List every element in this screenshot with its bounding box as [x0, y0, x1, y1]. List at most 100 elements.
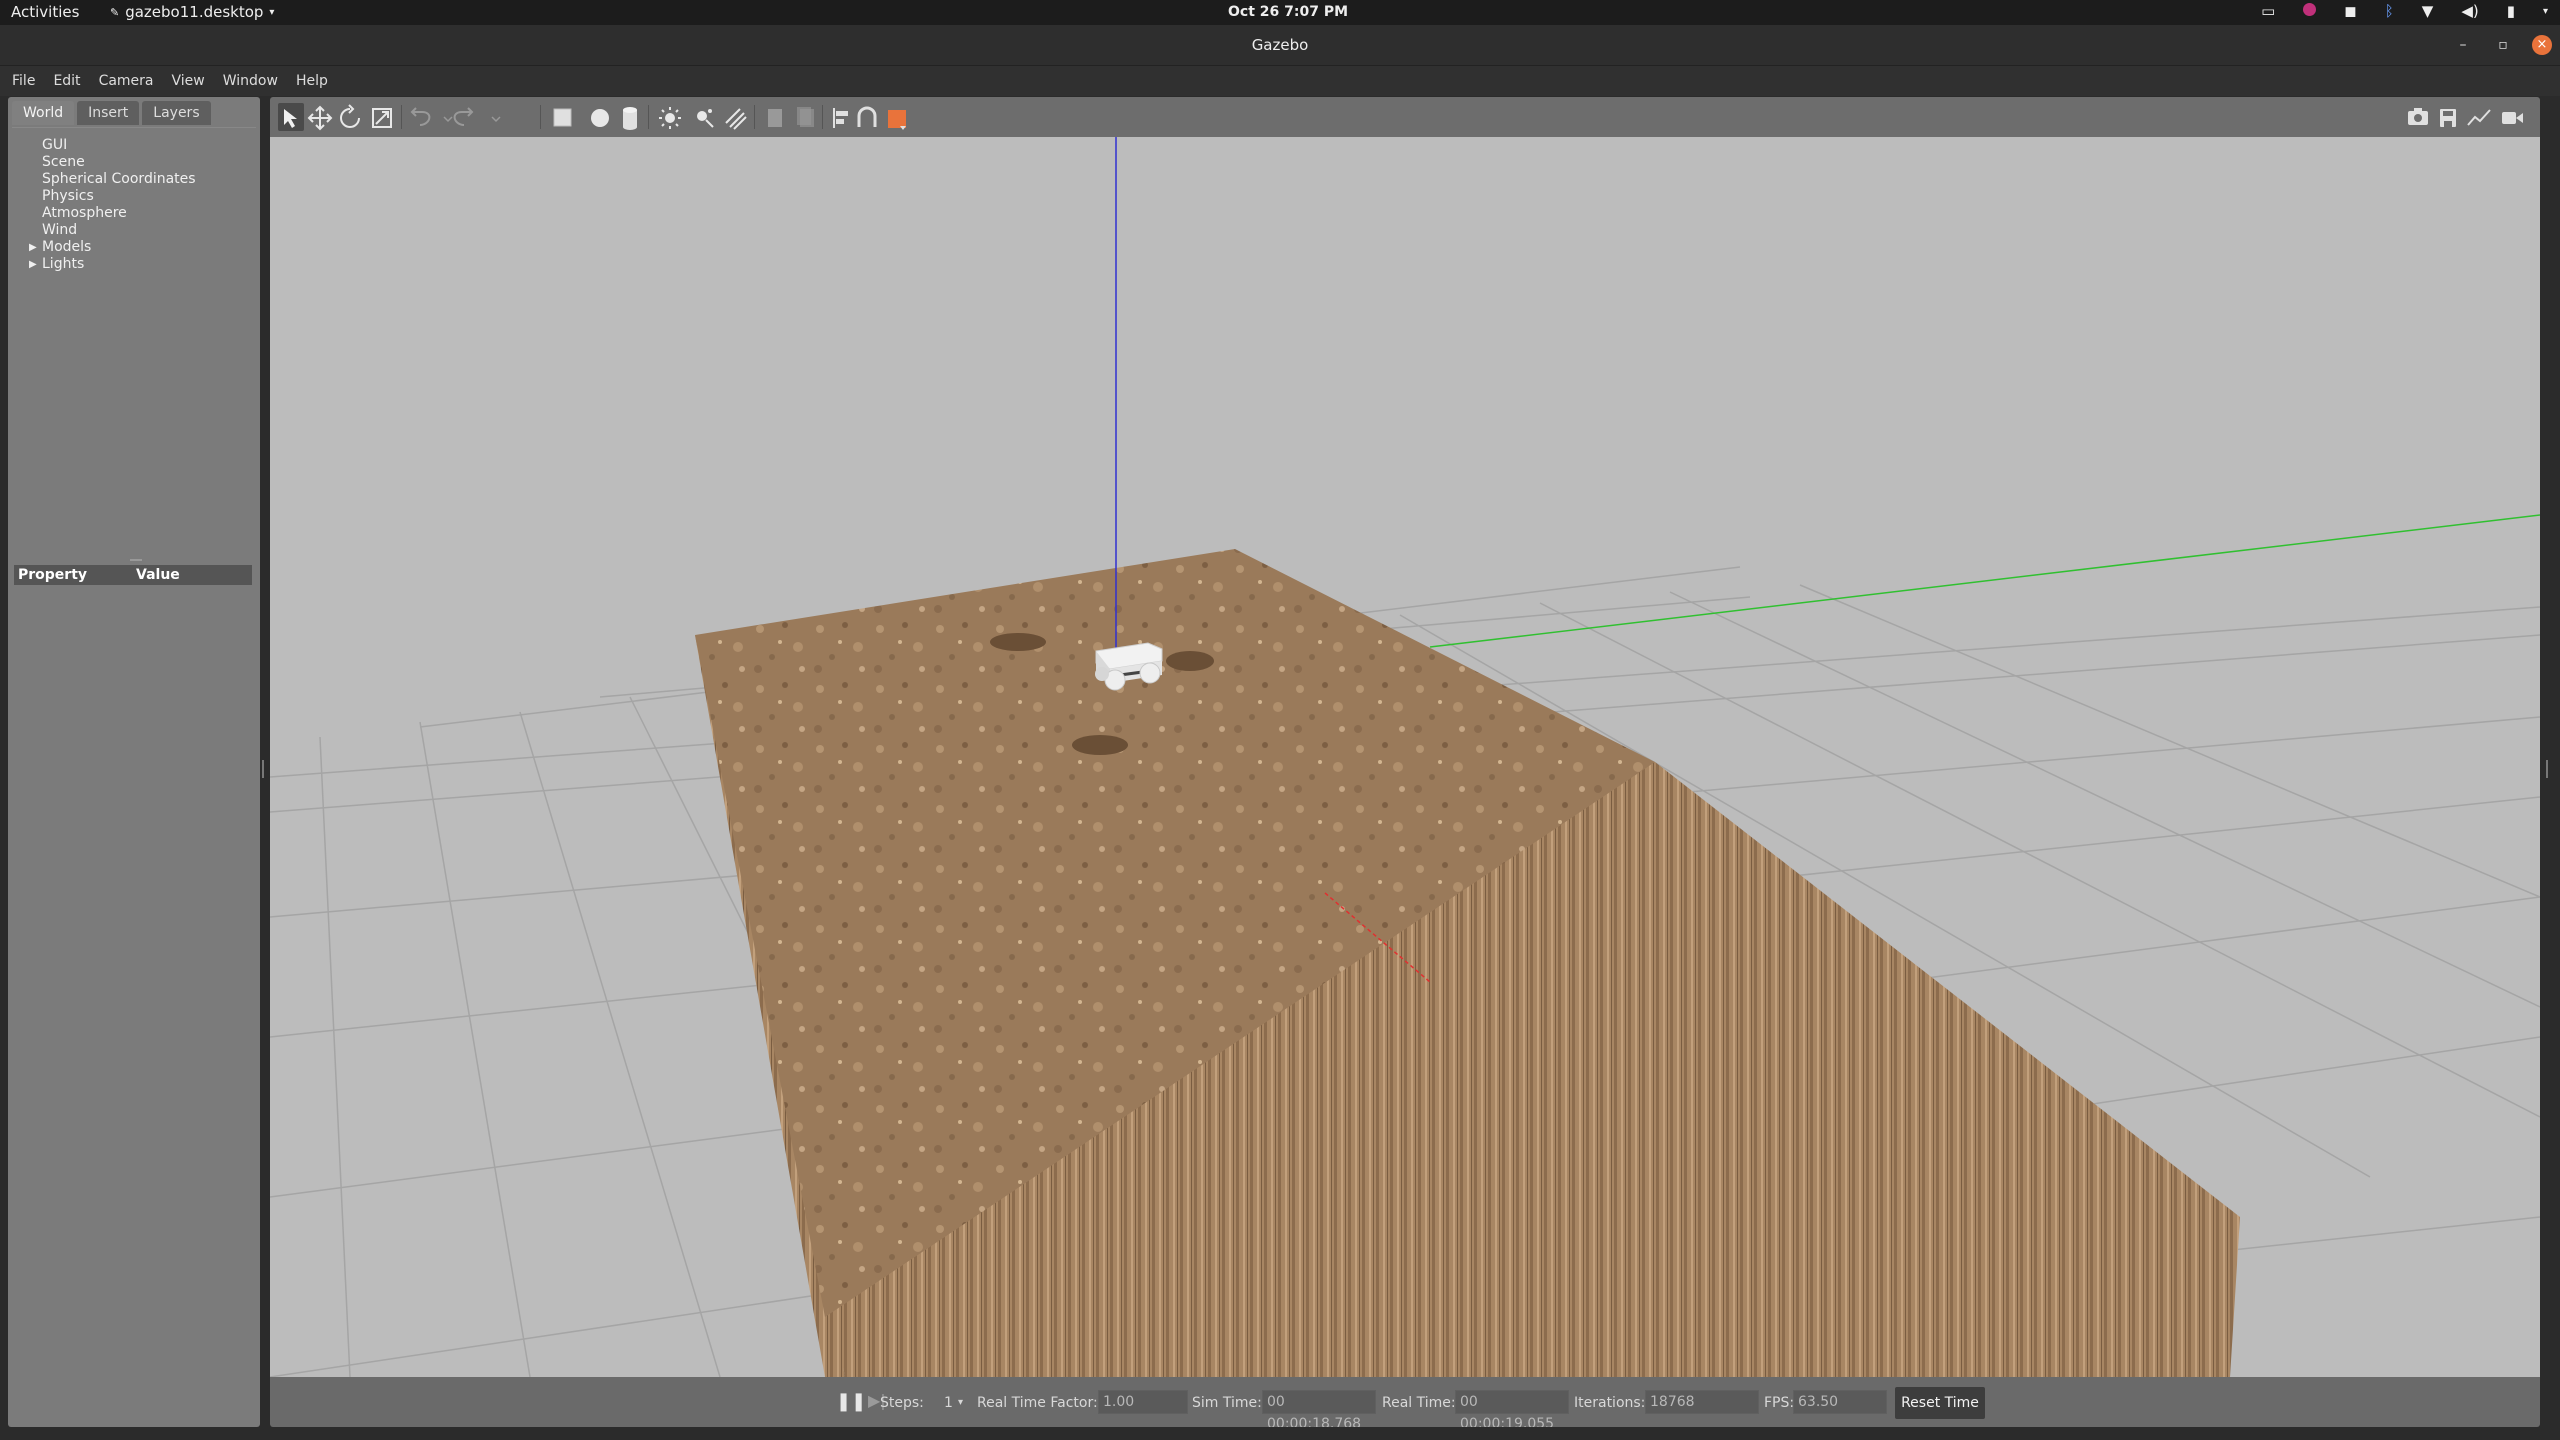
steps-dropdown-icon[interactable]: ▾ [958, 1397, 963, 1408]
menu-file[interactable]: File [0, 71, 44, 96]
rtf-label: Real Time Factor: [977, 1395, 1098, 1411]
tree-item-models[interactable]: ▶ Models [12, 239, 256, 256]
left-panel: World Insert Layers GUI Scene Spherical … [8, 97, 260, 1427]
menu-bar: File Edit Camera View Window Help [0, 66, 2560, 96]
sim-time-field[interactable]: 00 00:00:18.768 [1262, 1390, 1376, 1427]
tree-item-atmosphere[interactable]: Atmosphere [12, 205, 256, 222]
redo-dropdown-icon[interactable] [491, 116, 501, 123]
box-icon[interactable] [553, 108, 572, 127]
select-icon[interactable] [278, 103, 304, 131]
steps-value[interactable]: 1 [944, 1395, 953, 1411]
pause-button[interactable]: ❚❚ [836, 1391, 866, 1412]
close-button[interactable]: × [2532, 35, 2552, 55]
scene-canvas[interactable] [270, 137, 2540, 1377]
plot-icon[interactable] [2467, 109, 2491, 126]
spot-light-icon[interactable] [697, 109, 714, 128]
menu-view[interactable]: View [163, 71, 214, 96]
log-icon[interactable] [2440, 109, 2456, 127]
rtf-field[interactable]: 1.00 [1098, 1390, 1188, 1414]
crater [990, 633, 1046, 651]
snap-icon[interactable] [857, 106, 877, 127]
undo-icon[interactable] [410, 107, 431, 126]
tree-item-label: Physics [42, 188, 94, 204]
system-tray[interactable]: ▭ ◼ ᛒ ▼ ◀) ▮ ▾ [2261, 2, 2548, 20]
iterations-field[interactable]: 18768 [1645, 1390, 1759, 1414]
3d-scene-view[interactable] [270, 137, 2540, 1377]
tree-item-label: Atmosphere [42, 205, 127, 221]
y-axis [1429, 514, 2540, 648]
tree-item-label: Scene [42, 154, 85, 170]
tree-item-label: Spherical Coordinates [42, 171, 196, 187]
property-column-header[interactable]: Property [14, 565, 136, 585]
tree-item-wind[interactable]: Wind [12, 222, 256, 239]
maximize-button[interactable]: ▫ [2492, 34, 2514, 56]
tree-item-gui[interactable]: GUI [12, 137, 256, 154]
reset-time-button[interactable]: Reset Time [1895, 1387, 1985, 1419]
align-icon[interactable] [833, 108, 848, 128]
left-splitter-handle[interactable] [262, 760, 264, 778]
property-table-header: Property Value [14, 565, 252, 585]
tree-item-spherical-coordinates[interactable]: Spherical Coordinates [12, 171, 256, 188]
battery-icon[interactable]: ▮ [2507, 2, 2515, 20]
screenshot-icon[interactable] [2408, 108, 2428, 125]
menu-edit[interactable]: Edit [44, 71, 89, 96]
tree-item-physics[interactable]: Physics [12, 188, 256, 205]
window-title: Gazebo [1251, 36, 1309, 54]
volume-icon[interactable]: ◀) [2461, 2, 2478, 20]
sphere-icon[interactable] [591, 109, 609, 127]
tab-world[interactable]: World [12, 101, 75, 125]
tree-item-label: GUI [42, 137, 68, 153]
fps-field[interactable]: 63.50 [1793, 1390, 1887, 1414]
real-time-field[interactable]: 00 00:00:19.055 [1455, 1390, 1569, 1427]
app-menu-label: gazebo11.desktop [125, 3, 264, 21]
time-panel: ❚❚ ▶| Steps: 1 ▾ Real Time Factor: 1.00 … [270, 1377, 2540, 1427]
app-menu[interactable]: ✎ gazebo11.desktop ▾ [110, 3, 274, 21]
bluetooth-icon[interactable]: ᛒ [2385, 2, 2394, 20]
tab-layers[interactable]: Layers [142, 101, 211, 125]
menu-camera[interactable]: Camera [90, 71, 163, 96]
minimize-button[interactable]: – [2452, 34, 2474, 56]
view-angle-icon[interactable] [888, 110, 906, 130]
translate-icon[interactable] [307, 105, 333, 131]
steps-label: Steps: [880, 1395, 924, 1411]
directional-light-icon[interactable] [725, 108, 747, 130]
window-titlebar: Gazebo – ▫ × [0, 25, 2560, 66]
expand-arrow-icon[interactable]: ▶ [29, 256, 37, 273]
sim-time-label: Sim Time: [1192, 1395, 1262, 1411]
paste-icon[interactable] [797, 107, 814, 127]
world-tree: GUI Scene Spherical Coordinates Physics … [12, 127, 256, 628]
system-top-bar: Activities ✎ gazebo11.desktop ▾ Oct 26 7… [0, 0, 2560, 25]
display-icon[interactable]: ▭ [2261, 2, 2275, 20]
chevron-down-icon[interactable]: ▾ [2543, 6, 2548, 17]
menu-window[interactable]: Window [214, 71, 287, 96]
value-column-header[interactable]: Value [136, 565, 180, 585]
wheel [1095, 667, 1109, 681]
tree-item-lights[interactable]: ▶ Lights [12, 256, 256, 273]
panel-tabs: World Insert Layers [12, 101, 211, 125]
cylinder-icon[interactable] [623, 107, 637, 130]
wifi-icon[interactable]: ▼ [2422, 2, 2434, 20]
undo-dropdown-icon[interactable] [443, 116, 453, 123]
expand-arrow-icon[interactable]: ▶ [29, 239, 37, 256]
tree-item-label: Models [42, 239, 92, 255]
record-icon[interactable] [2303, 2, 2317, 20]
render-panel: ❚❚ ▶| Steps: 1 ▾ Real Time Factor: 1.00 … [270, 97, 2540, 1427]
rotate-icon[interactable] [340, 104, 360, 128]
copy-icon[interactable] [768, 109, 782, 127]
real-time-label: Real Time: [1382, 1395, 1456, 1411]
right-splitter-handle[interactable] [2546, 760, 2548, 778]
clock[interactable]: Oct 26 7:07 PM [1228, 4, 1348, 20]
point-light-icon[interactable] [659, 107, 681, 129]
tab-insert[interactable]: Insert [77, 101, 140, 125]
panel-splitter-handle[interactable] [130, 559, 142, 561]
tree-item-label: Wind [42, 222, 78, 238]
game-icon[interactable]: ◼ [2344, 2, 2356, 20]
activities-button[interactable]: Activities [11, 3, 79, 21]
fps-label: FPS: [1764, 1395, 1795, 1411]
record-video-icon[interactable] [2502, 112, 2523, 124]
scale-icon[interactable] [372, 108, 392, 128]
redo-icon[interactable] [453, 107, 474, 126]
menu-help[interactable]: Help [287, 71, 337, 96]
tree-item-scene[interactable]: Scene [12, 154, 256, 171]
crater [1072, 735, 1128, 755]
